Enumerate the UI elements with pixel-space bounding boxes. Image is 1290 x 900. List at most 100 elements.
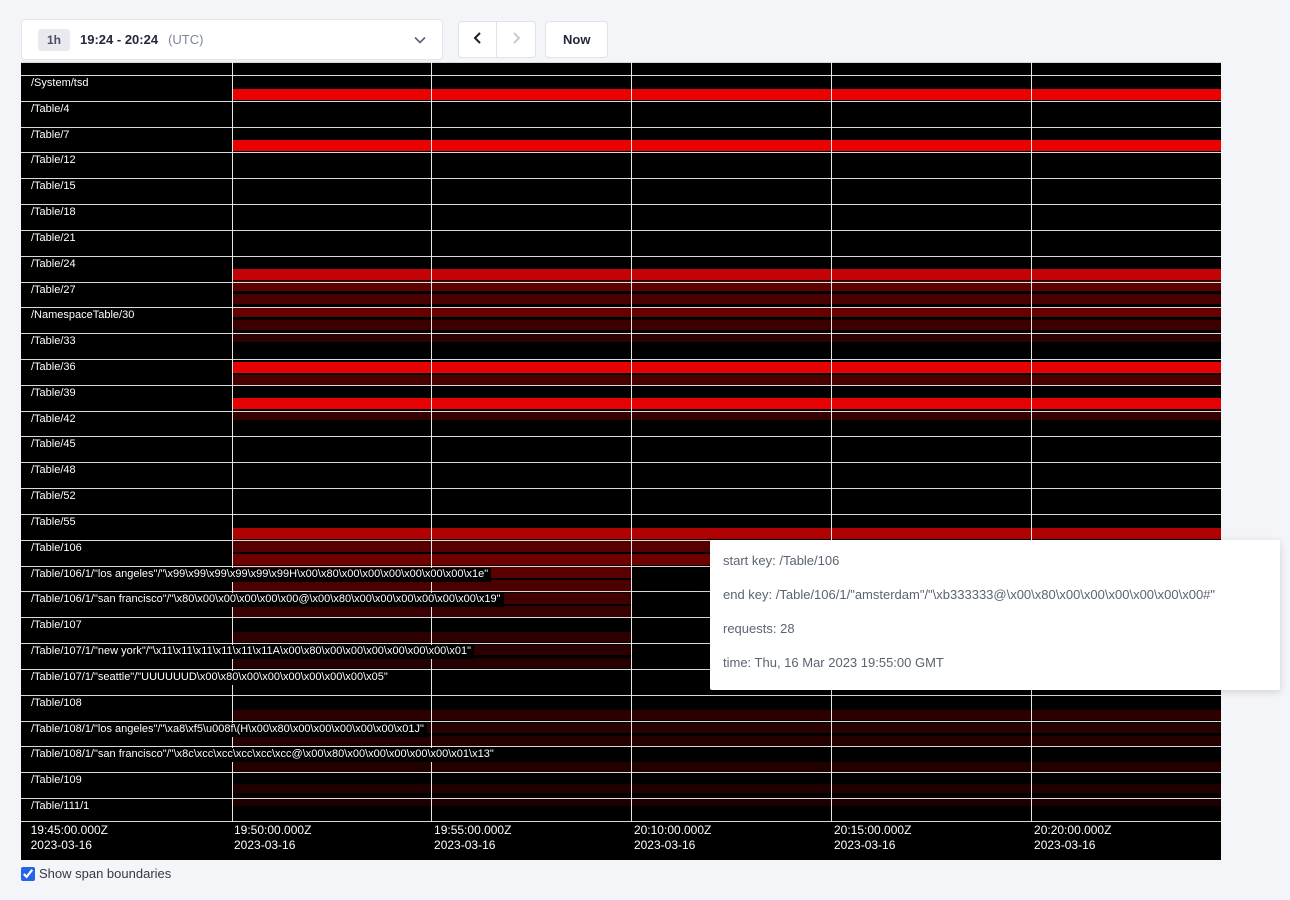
span-boundary-line — [21, 282, 1221, 283]
span-key-label: /Table/107/1/"new york"/"\x11\x11\x11\x1… — [31, 645, 474, 659]
span-key-label: /NamespaceTable/30 — [31, 309, 137, 323]
span-boundary-line — [21, 333, 1221, 334]
x-axis-time: 19:45:00.000Z — [31, 823, 108, 838]
timezone-label: (UTC) — [168, 32, 203, 47]
next-time-button[interactable] — [497, 21, 536, 58]
x-axis-date: 2023-03-16 — [434, 838, 511, 853]
span-boundary-line — [21, 385, 1221, 386]
span-boundary-line — [21, 152, 1221, 153]
span-key-label: /Table/48 — [31, 464, 79, 478]
span-key-label: /Table/55 — [31, 516, 79, 530]
span-key-label: /Table/52 — [31, 490, 79, 504]
span-boundary-line — [21, 101, 1221, 102]
span-key-label: /Table/27 — [31, 284, 79, 298]
heatmap-band[interactable] — [232, 784, 1221, 793]
span-boundary-line — [21, 721, 1221, 722]
footer: Show span boundaries — [21, 866, 171, 881]
heatmap-band[interactable] — [232, 307, 1221, 317]
heatmap-band[interactable] — [232, 269, 1221, 280]
x-axis-label: 20:15:00.000Z2023-03-16 — [834, 823, 911, 853]
span-key-label: /Table/18 — [31, 206, 79, 220]
span-key-label: /System/tsd — [31, 77, 91, 91]
span-boundary-line — [21, 359, 1221, 360]
x-axis-date: 2023-03-16 — [31, 838, 108, 853]
heatmap-band[interactable] — [232, 362, 1221, 373]
span-boundary-line — [21, 62, 1221, 63]
span-key-label: /Table/106 — [31, 542, 85, 556]
time-gridline — [1031, 62, 1032, 822]
time-gridline — [831, 62, 832, 822]
chevron-left-icon — [471, 31, 485, 48]
span-key-label: /Table/111/1 — [31, 800, 92, 814]
heatmap-band[interactable] — [232, 333, 1221, 342]
tooltip-line: end key: /Table/106/1/"amsterdam"/"\xb33… — [723, 588, 1267, 602]
span-key-label: /Table/107 — [31, 619, 85, 633]
now-button[interactable]: Now — [545, 21, 608, 58]
x-axis-label: 19:50:00.000Z2023-03-16 — [234, 823, 311, 853]
span-key-label: /Table/109 — [31, 774, 85, 788]
tooltip-line: requests: 28 — [723, 622, 1267, 636]
tooltip-line: start key: /Table/106 — [723, 554, 1267, 568]
span-boundary-line — [21, 307, 1221, 308]
heatmap-band[interactable] — [232, 736, 1221, 746]
span-boundary-line — [21, 256, 1221, 257]
span-boundary-line — [21, 695, 1221, 696]
x-axis-date: 2023-03-16 — [234, 838, 311, 853]
time-gridline — [431, 62, 432, 822]
heatmap-band[interactable] — [232, 140, 1221, 151]
span-key-label: /Table/107/1/"seattle"/"UUUUUUD\x00\x80\… — [31, 671, 391, 685]
x-axis-time: 20:20:00.000Z — [1034, 823, 1111, 838]
heatmap-band[interactable] — [232, 710, 1221, 720]
heatmap-band[interactable] — [232, 528, 1221, 539]
span-boundary-line — [21, 75, 1221, 76]
x-axis-time: 19:55:00.000Z — [434, 823, 511, 838]
heatmap-band[interactable] — [232, 375, 1221, 385]
x-axis-label: 19:45:00.000Z2023-03-16 — [31, 823, 108, 853]
span-key-label: /Table/24 — [31, 258, 79, 272]
time-nav-group — [458, 21, 536, 58]
span-key-label: /Table/7 — [31, 129, 73, 143]
span-key-label: /Table/39 — [31, 387, 79, 401]
prev-time-button[interactable] — [458, 21, 497, 58]
span-key-label: /Table/106/1/"los angeles"/"\x99\x99\x99… — [31, 568, 491, 582]
x-axis-date: 2023-03-16 — [634, 838, 711, 853]
chevron-right-icon — [509, 31, 523, 48]
span-boundary-line — [21, 411, 1221, 412]
heatmap-band[interactable] — [232, 398, 1221, 409]
span-key-label: /Table/12 — [31, 154, 79, 168]
x-axis-label: 20:20:00.000Z2023-03-16 — [1034, 823, 1111, 853]
heatmap-band[interactable] — [232, 89, 1221, 100]
span-key-label: /Table/106/1/"san francisco"/"\x80\x00\x… — [31, 593, 504, 607]
chevron-down-icon — [414, 36, 426, 44]
time-gridline — [232, 62, 233, 822]
span-key-label: /Table/108/1/"san francisco"/"\x8c\xcc\x… — [31, 748, 497, 762]
span-boundary-line — [21, 821, 1221, 822]
span-key-label: /Table/4 — [31, 103, 73, 117]
span-key-label: /Table/33 — [31, 335, 79, 349]
x-axis-time: 19:50:00.000Z — [234, 823, 311, 838]
tooltip-line: time: Thu, 16 Mar 2023 19:55:00 GMT — [723, 656, 1267, 670]
time-range-label: 19:24 - 20:24 — [80, 32, 158, 47]
x-axis-label: 20:10:00.000Z2023-03-16 — [634, 823, 711, 853]
show-span-boundaries-checkbox[interactable] — [21, 867, 35, 881]
x-axis-label: 19:55:00.000Z2023-03-16 — [434, 823, 511, 853]
x-axis-date: 2023-03-16 — [1034, 838, 1111, 853]
show-span-boundaries-label[interactable]: Show span boundaries — [39, 866, 171, 881]
span-boundary-line — [21, 204, 1221, 205]
time-gridline — [631, 62, 632, 822]
span-key-label: /Table/108 — [31, 697, 85, 711]
heatmap-band[interactable] — [232, 294, 1221, 304]
span-key-label: /Table/36 — [31, 361, 79, 375]
span-boundary-line — [21, 772, 1221, 773]
span-boundary-line — [21, 798, 1221, 799]
heatmap-band[interactable] — [232, 320, 1221, 330]
time-range-select[interactable]: 1h 19:24 - 20:24 (UTC) — [21, 19, 443, 60]
toolbar: 1h 19:24 - 20:24 (UTC) Now — [21, 19, 608, 60]
key-visualizer-canvas[interactable]: /System/tsd/Table/4/Table/7/Table/12/Tab… — [21, 62, 1221, 860]
hover-tooltip: start key: /Table/106 end key: /Table/106… — [710, 540, 1280, 690]
span-key-label: /Table/21 — [31, 232, 79, 246]
heatmap-band[interactable] — [232, 411, 1221, 420]
span-boundary-line — [21, 178, 1221, 179]
heatmap-band[interactable] — [232, 762, 1221, 772]
span-boundary-line — [21, 746, 1221, 747]
